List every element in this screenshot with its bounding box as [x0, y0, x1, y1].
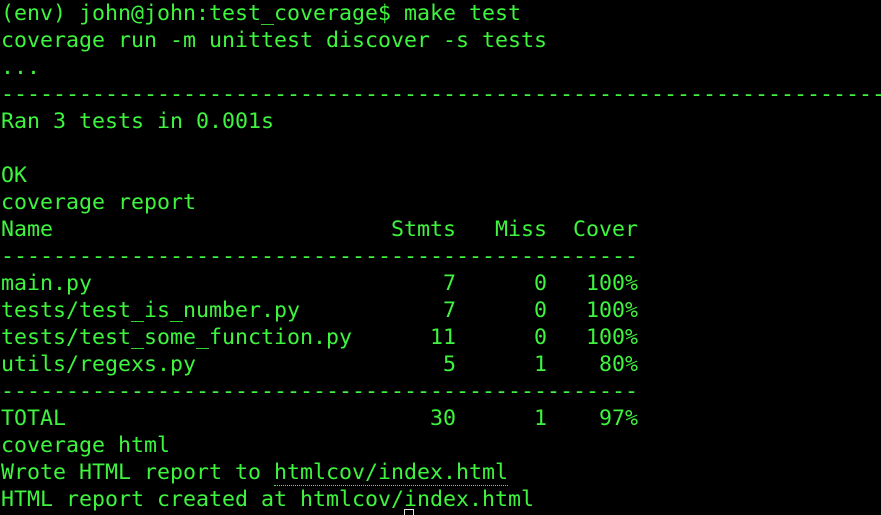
- entered-command: make test: [404, 1, 522, 26]
- ok-status: OK: [1, 163, 28, 188]
- report-row: main.py 7 0 100%: [1, 271, 639, 296]
- report-table-header: Name Stmts Miss Cover: [1, 217, 639, 242]
- terminal-window[interactable]: (env) john@john:test_coverage$ make test…: [0, 0, 881, 515]
- report-path-link[interactable]: htmlcov/index.html: [274, 460, 509, 486]
- report-table-separator-bottom: ----------------------------------------…: [1, 379, 639, 404]
- wrote-report-text: Wrote HTML report to: [1, 460, 275, 485]
- prompt-line: (env) john@john:test_coverage$ make test: [1, 0, 521, 27]
- coverage-html-command: coverage html: [1, 433, 171, 458]
- long-separator: ----------------------------------------…: [1, 82, 881, 107]
- report-row: tests/test_some_function.py 11 0 100%: [1, 325, 639, 350]
- coverage-report-command: coverage report: [1, 190, 197, 215]
- report-total-row: TOTAL 30 1 97%: [1, 406, 639, 431]
- ran-tests-summary: Ran 3 tests in 0.001s: [1, 109, 275, 134]
- report-row: utils/regexs.py 5 1 80%: [1, 352, 639, 377]
- report-table-separator: ----------------------------------------…: [1, 244, 639, 269]
- shell-prompt: (env) john@john:test_coverage$: [1, 1, 405, 26]
- report-row: tests/test_is_number.py 7 0 100%: [1, 298, 639, 323]
- terminal-cursor: [404, 509, 414, 515]
- report-created-line: HTML report created at htmlcov/index.htm…: [1, 487, 535, 512]
- wrote-report-line: Wrote HTML report to htmlcov/index.html: [1, 459, 509, 486]
- run-command-line: coverage run -m unittest discover -s tes…: [1, 28, 548, 53]
- test-progress-dots: ...: [1, 55, 41, 80]
